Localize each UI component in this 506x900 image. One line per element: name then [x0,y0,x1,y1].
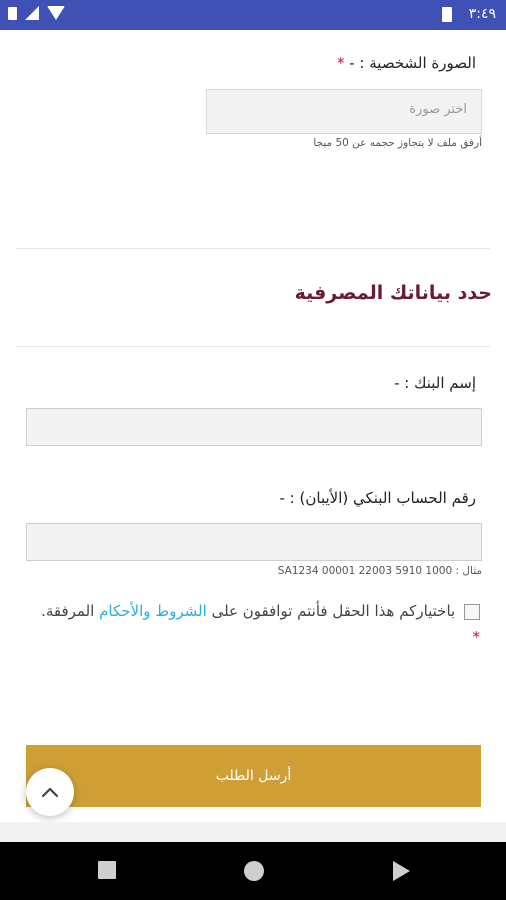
status-time: ٣:٤٩ [468,6,496,22]
terms-suffix: المرفقة. [41,602,95,620]
photo-hint: أرفق ملف لا يتجاوز حجمه عن 50 ميجا [313,137,482,149]
required-mark: * [472,628,481,646]
form-content: الصورة الشخصية : - * اختر صورة أرفق ملف … [0,30,506,842]
system-navigation-bar [0,842,506,900]
terms-checkbox[interactable] [464,603,480,620]
chevron-up-icon [41,787,59,798]
status-bar: ٣:٤٩ [0,0,506,30]
photo-label: الصورة الشخصية : - * [336,54,476,72]
battery-icon [442,7,452,22]
iban-example: مثال : SA1234 00001 22003 5910 1000 [277,565,482,577]
scroll-top-button[interactable] [26,768,74,816]
required-mark: * [336,54,345,72]
iban-label: رقم الحساب البنكي (الأيبان) : - [279,489,477,507]
sim-icon [8,6,17,20]
wifi-icon [47,6,65,20]
divider [16,346,490,347]
terms-prefix: باختياركم هذا الحقل فأنتم توافقون على [211,602,456,620]
nav-home-icon[interactable] [244,861,264,881]
status-icons [8,6,65,20]
bank-name-input[interactable] [26,408,482,446]
nav-recent-icon[interactable] [98,861,116,879]
iban-input[interactable] [26,523,482,561]
photo-placeholder: اختر صورة [409,102,467,117]
page-bottom-strip [0,822,506,842]
nav-back-icon[interactable] [393,861,410,881]
terms-link[interactable]: الشروط والأحكام [99,602,207,620]
submit-button[interactable]: أرسل الطلب [26,745,481,807]
terms-agreement: باختياركم هذا الحقل فأنتم توافقون على ال… [40,598,480,650]
signal-icon [25,6,39,20]
bank-name-label: إسم البنك : - [394,374,476,392]
bank-section-title: حدد بياناتك المصرفية [294,282,492,304]
divider [16,248,490,249]
photo-file-picker[interactable]: اختر صورة [206,89,482,134]
